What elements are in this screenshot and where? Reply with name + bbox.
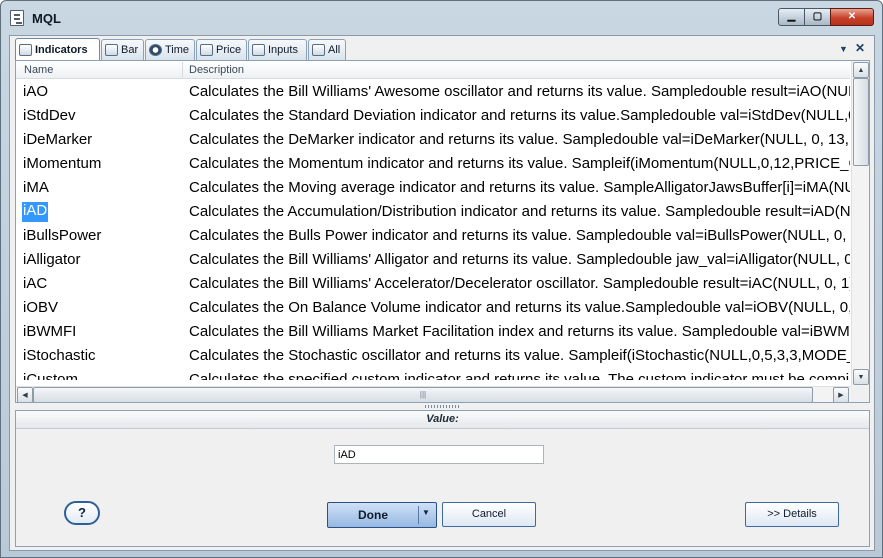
tab-inputs[interactable]: Inputs (248, 39, 307, 60)
bar-icon (105, 44, 118, 56)
value-input[interactable] (334, 445, 544, 464)
table-row[interactable]: iAO Calculates the Bill Williams' Awesome… (16, 80, 850, 104)
table-row[interactable]: iDeMarker Calculates the DeMarker indicat… (16, 128, 850, 152)
price-icon (200, 44, 213, 56)
scroll-left-icon[interactable]: ◀ (17, 387, 33, 402)
row-description: Calculates the Bulls Power indicator and… (189, 227, 850, 244)
title-bar[interactable]: MQL ▁ ▢ ✕ (1, 1, 882, 35)
done-button-label[interactable]: Done (328, 508, 418, 522)
tab-bar-data[interactable]: Bar (101, 39, 144, 60)
tab-time[interactable]: Time (145, 39, 195, 60)
row-description: Calculates the Stochastic oscillator and… (189, 347, 850, 364)
dialog-body: Indicators Bar Time Price Inputs All ▼ ✕… (9, 35, 875, 551)
indicators-icon (19, 44, 32, 56)
value-header: Value: (16, 411, 869, 429)
row-name: iAlligator (23, 251, 81, 268)
scroll-down-icon[interactable]: ▼ (853, 369, 869, 385)
column-header-description[interactable]: Description (189, 64, 244, 76)
row-name: iBWMFI (23, 323, 77, 340)
mql-window: MQL ▁ ▢ ✕ Indicators Bar Time Price Inpu… (0, 0, 883, 558)
value-panel: Value: ? Done ▼ Cancel >> Details (15, 410, 870, 547)
cancel-button[interactable]: Cancel (442, 502, 536, 527)
row-description: Calculates the specified custom indicato… (189, 371, 850, 380)
table-row[interactable]: iBullsPower Calculates the Bulls Power in… (16, 224, 850, 248)
table-row[interactable]: iMA Calculates the Moving average indicat… (16, 176, 850, 200)
row-description: Calculates the Standard Deviation indica… (189, 107, 850, 124)
tab-label: Price (216, 44, 242, 56)
row-description: Calculates the Accumulation/Distribution… (189, 203, 850, 220)
split-divider (418, 506, 419, 524)
tab-label: Indicators (35, 44, 88, 56)
done-split-button[interactable]: Done ▼ (327, 502, 437, 528)
row-name: iOBV (23, 299, 59, 316)
inputs-icon (252, 44, 265, 56)
table-header: Name Description (16, 61, 850, 79)
splitter-grip-icon[interactable] (425, 405, 461, 408)
all-icon (312, 44, 325, 56)
done-dropdown-arrow-icon[interactable]: ▼ (422, 508, 430, 517)
horizontal-scroll-thumb[interactable]: ||| (33, 387, 813, 402)
row-description: Calculates the Moving average indicator … (189, 179, 850, 196)
table-row[interactable]: iCustom Calculates the specified custom i… (16, 368, 850, 380)
window-title: MQL (32, 11, 61, 26)
tab-price[interactable]: Price (196, 39, 247, 60)
vertical-scrollbar[interactable]: ▲ ▼ (851, 61, 869, 386)
row-name: iMA (23, 179, 49, 196)
row-description: Calculates the DeMarker indicator and re… (189, 131, 850, 148)
row-description: Calculates the On Balance Volume indicat… (189, 299, 850, 316)
row-description: Calculates the Bill Williams' Awesome os… (189, 83, 850, 100)
row-name: iAD (20, 201, 50, 223)
vertical-scroll-thumb[interactable] (853, 78, 869, 166)
row-description: Calculates the Bill Williams Market Faci… (189, 323, 850, 340)
table-row[interactable]: iOBV Calculates the On Balance Volume ind… (16, 296, 850, 320)
tab-label: Inputs (268, 44, 298, 56)
table-body: iAO Calculates the Bill Williams' Awesome… (16, 80, 850, 380)
close-tab-icon[interactable]: ✕ (855, 41, 865, 55)
app-icon (10, 10, 24, 26)
tab-bar: Indicators Bar Time Price Inputs All ▼ ✕ (15, 38, 870, 61)
table-row[interactable]: iStdDev Calculates the Standard Deviation… (16, 104, 850, 128)
tab-list-dropdown-icon[interactable]: ▼ (839, 44, 848, 54)
row-name: iAO (23, 83, 49, 100)
scroll-up-icon[interactable]: ▲ (853, 62, 869, 78)
row-name: iDeMarker (23, 131, 93, 148)
row-description: Calculates the Bill Williams' Alligator … (189, 251, 850, 268)
clock-icon (149, 44, 162, 56)
table-row[interactable]: iAlligator Calculates the Bill Williams' … (16, 248, 850, 272)
tab-all[interactable]: All (308, 39, 346, 60)
tab-label: Time (165, 44, 190, 56)
minimize-button[interactable]: ▁ (778, 8, 805, 26)
table-row[interactable]: iStochastic Calculates the Stochastic osc… (16, 344, 850, 368)
tab-label: Bar (121, 44, 139, 56)
row-name: iBullsPower (23, 227, 102, 244)
help-button[interactable]: ? (64, 501, 100, 525)
table-row[interactable]: iAC Calculates the Bill Williams' Acceler… (16, 272, 850, 296)
row-name: iStdDev (23, 107, 76, 124)
horizontal-scrollbar[interactable]: ◀ ||| ▶ (16, 386, 851, 402)
scroll-right-icon[interactable]: ▶ (833, 387, 849, 402)
tab-label: All (328, 44, 341, 56)
row-description: Calculates the Momentum indicator and re… (189, 155, 850, 172)
indicators-table: Name Description iAO Calculates the Bill … (15, 60, 870, 403)
details-button[interactable]: >> Details (745, 502, 839, 527)
tab-indicators[interactable]: Indicators (15, 38, 100, 61)
row-name: iStochastic (23, 347, 96, 364)
row-description: Calculates the Bill Williams' Accelerato… (189, 275, 850, 292)
column-header-name[interactable]: Name (24, 64, 53, 76)
row-name: iCustom (23, 371, 79, 380)
row-name: iMomentum (23, 155, 102, 172)
table-row-selected[interactable]: iAD Calculates the Accumulation/Distribut… (16, 200, 850, 224)
scrollbar-corner (851, 386, 869, 402)
column-divider[interactable] (182, 62, 183, 78)
close-button[interactable]: ✕ (830, 8, 874, 26)
maximize-button[interactable]: ▢ (804, 8, 831, 26)
row-name: iAC (23, 275, 48, 292)
table-row[interactable]: iBWMFI Calculates the Bill Williams Marke… (16, 320, 850, 344)
table-row[interactable]: iMomentum Calculates the Momentum indicat… (16, 152, 850, 176)
